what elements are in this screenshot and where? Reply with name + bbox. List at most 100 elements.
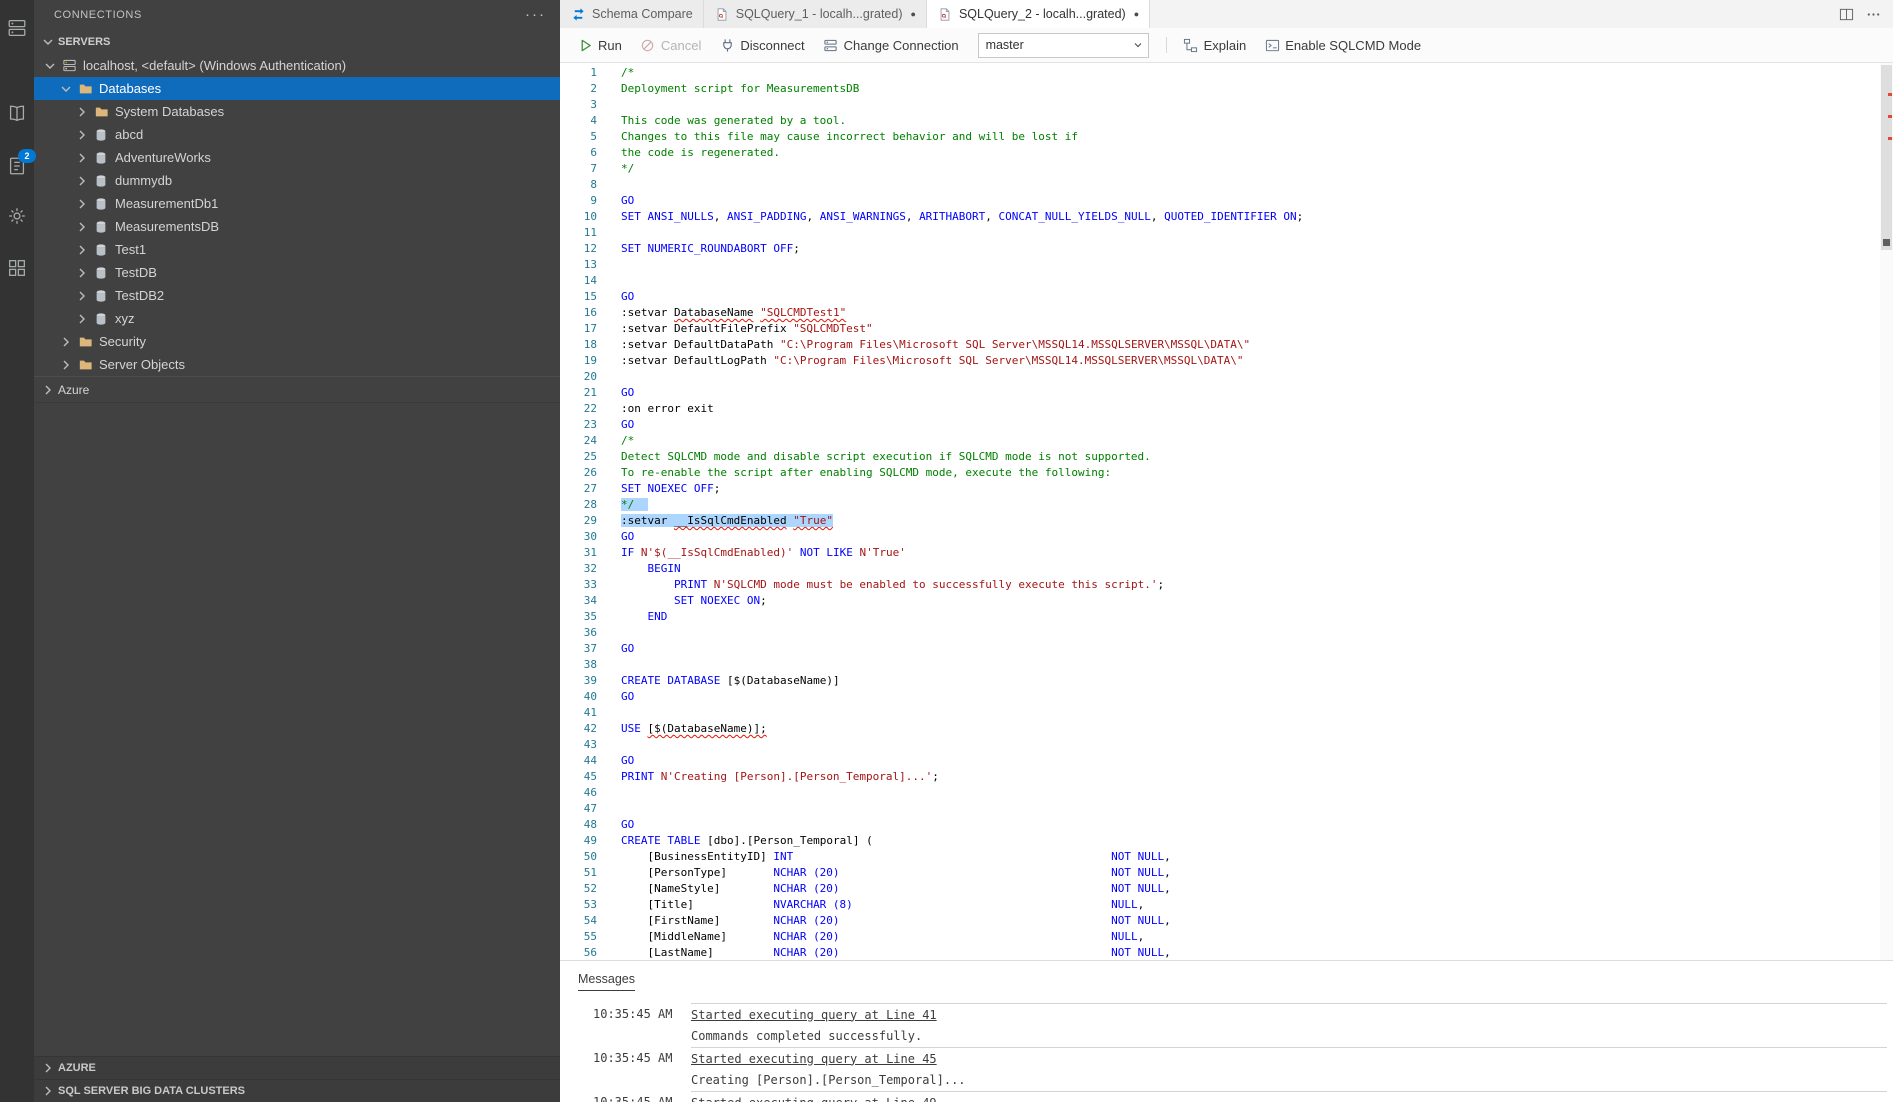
tree-item-databases[interactable]: Databases bbox=[34, 77, 560, 100]
tree-item-xyz[interactable]: xyz bbox=[34, 307, 560, 330]
explain-button[interactable]: Explain bbox=[1174, 32, 1256, 58]
message-link[interactable]: Started executing query at Line 49 bbox=[691, 1096, 937, 1102]
big-data-clusters-panel-header[interactable]: SQL SERVER BIG DATA CLUSTERS bbox=[34, 1079, 560, 1102]
database-dropdown[interactable]: master bbox=[978, 33, 1149, 58]
chevron-right-icon[interactable] bbox=[74, 265, 90, 281]
chevron-right-icon[interactable] bbox=[74, 173, 90, 189]
split-editor-icon[interactable] bbox=[1839, 7, 1854, 22]
editor-line[interactable]: 9GO bbox=[560, 193, 1879, 209]
cancel-button[interactable]: Cancel bbox=[631, 32, 710, 58]
editor-line[interactable]: 16:setvar DatabaseName "SQLCMDTest1" bbox=[560, 305, 1879, 321]
editor-line[interactable]: 39CREATE DATABASE [$(DatabaseName)] bbox=[560, 673, 1879, 689]
editor-line[interactable]: 4This code was generated by a tool. bbox=[560, 113, 1879, 129]
tree-item-testdb[interactable]: TestDB bbox=[34, 261, 560, 284]
chevron-right-icon[interactable] bbox=[74, 150, 90, 166]
chevron-right-icon[interactable] bbox=[58, 357, 74, 373]
editor-line[interactable]: 51 [PersonType] NCHAR (20) NOT NULL, bbox=[560, 865, 1879, 881]
editor-line[interactable]: 25Detect SQLCMD mode and disable script … bbox=[560, 449, 1879, 465]
editor-line[interactable]: 26To re-enable the script after enabling… bbox=[560, 465, 1879, 481]
azure-panel-header[interactable]: AZURE bbox=[34, 1056, 560, 1079]
editor-line[interactable]: 37GO bbox=[560, 641, 1879, 657]
tab-sqlquery-2-localh-grated[interactable]: SQLQuery_2 - localh...grated)● bbox=[927, 0, 1150, 28]
tree-item-test1[interactable]: Test1 bbox=[34, 238, 560, 261]
chevron-down-icon[interactable] bbox=[42, 58, 58, 74]
editor-line[interactable]: 6the code is regenerated. bbox=[560, 145, 1879, 161]
editor-line[interactable]: 55 [MiddleName] NCHAR (20) NULL, bbox=[560, 929, 1879, 945]
editor-line[interactable]: 12SET NUMERIC_ROUNDABORT OFF; bbox=[560, 241, 1879, 257]
tab-messages[interactable]: Messages bbox=[578, 972, 635, 991]
editor-line[interactable]: 21GO bbox=[560, 385, 1879, 401]
change-connection-button[interactable]: Change Connection bbox=[814, 32, 968, 58]
tree-item-testdb2[interactable]: TestDB2 bbox=[34, 284, 560, 307]
enable-sqlcmd-button[interactable]: Enable SQLCMD Mode bbox=[1255, 32, 1430, 58]
tree-item-security[interactable]: Security bbox=[34, 330, 560, 353]
editor-line[interactable]: 27SET NOEXEC OFF; bbox=[560, 481, 1879, 497]
servers-section-header[interactable]: SERVERS bbox=[34, 30, 560, 54]
chevron-right-icon[interactable] bbox=[74, 219, 90, 235]
editor-line[interactable]: 46 bbox=[560, 785, 1879, 801]
chevron-right-icon[interactable] bbox=[74, 288, 90, 304]
more-actions-icon[interactable]: ··· bbox=[525, 10, 546, 20]
tab-sqlquery-1-localh-grated[interactable]: SQLQuery_1 - localh...grated)● bbox=[704, 0, 927, 28]
tree-item-system-databases[interactable]: System Databases bbox=[34, 100, 560, 123]
editor-line[interactable]: 10SET ANSI_NULLS, ANSI_PADDING, ANSI_WAR… bbox=[560, 209, 1879, 225]
editor-line[interactable]: 24/* bbox=[560, 433, 1879, 449]
editor-line[interactable]: 53 [Title] NVARCHAR (8) NULL, bbox=[560, 897, 1879, 913]
chevron-right-icon[interactable] bbox=[58, 334, 74, 350]
editor-line[interactable]: 41 bbox=[560, 705, 1879, 721]
editor-line[interactable]: 1/* bbox=[560, 65, 1879, 81]
chevron-right-icon[interactable] bbox=[74, 242, 90, 258]
editor-line[interactable]: 48GO bbox=[560, 817, 1879, 833]
chevron-down-icon[interactable] bbox=[58, 81, 74, 97]
editor-line[interactable]: 29:setvar __IsSqlCmdEnabled "True" bbox=[560, 513, 1879, 529]
azure-section-header[interactable]: Azure bbox=[34, 376, 560, 403]
editor-line[interactable]: 15GO bbox=[560, 289, 1879, 305]
editor-line[interactable]: 11 bbox=[560, 225, 1879, 241]
editor-line[interactable]: 30GO bbox=[560, 529, 1879, 545]
disconnect-button[interactable]: Disconnect bbox=[710, 32, 813, 58]
editor-line[interactable]: 20 bbox=[560, 369, 1879, 385]
schema-compare-icon[interactable] bbox=[5, 102, 29, 126]
dirty-indicator[interactable]: ● bbox=[1134, 9, 1139, 19]
dirty-indicator[interactable]: ● bbox=[911, 9, 916, 19]
chevron-right-icon[interactable] bbox=[74, 196, 90, 212]
editor-line[interactable]: 40GO bbox=[560, 689, 1879, 705]
editor-line[interactable]: 43 bbox=[560, 737, 1879, 753]
tree-item-abcd[interactable]: abcd bbox=[34, 123, 560, 146]
editor-line[interactable]: 28*/ bbox=[560, 497, 1879, 513]
message-link[interactable]: Started executing query at Line 45 bbox=[691, 1052, 937, 1066]
tab-schema-compare[interactable]: Schema Compare bbox=[560, 0, 704, 28]
editor-line[interactable]: 36 bbox=[560, 625, 1879, 641]
editor-line[interactable]: 45PRINT N'Creating [Person].[Person_Temp… bbox=[560, 769, 1879, 785]
sql-editor[interactable]: 1/*2Deployment script for MeasurementsDB… bbox=[560, 63, 1893, 960]
editor-line[interactable]: 32 BEGIN bbox=[560, 561, 1879, 577]
editor-line[interactable]: 49CREATE TABLE [dbo].[Person_Temporal] ( bbox=[560, 833, 1879, 849]
editor-line[interactable]: 22:on error exit bbox=[560, 401, 1879, 417]
editor-line[interactable]: 52 [NameStyle] NCHAR (20) NOT NULL, bbox=[560, 881, 1879, 897]
editor-line[interactable]: 42USE [$(DatabaseName)]; bbox=[560, 721, 1879, 737]
notebooks-icon[interactable]: 2 bbox=[5, 154, 29, 178]
editor-line[interactable]: 19:setvar DefaultLogPath "C:\Program Fil… bbox=[560, 353, 1879, 369]
editor-line[interactable]: 54 [FirstName] NCHAR (20) NOT NULL, bbox=[560, 913, 1879, 929]
editor-scrollbar[interactable] bbox=[1880, 63, 1893, 960]
editor-line[interactable]: 56 [LastName] NCHAR (20) NOT NULL, bbox=[560, 945, 1879, 960]
message-link[interactable]: Started executing query at Line 41 bbox=[691, 1008, 937, 1022]
editor-line[interactable]: 13 bbox=[560, 257, 1879, 273]
run-button[interactable]: Run bbox=[568, 32, 631, 58]
editor-line[interactable]: 38 bbox=[560, 657, 1879, 673]
tree-item-dummydb[interactable]: dummydb bbox=[34, 169, 560, 192]
tree-item-adventureworks[interactable]: AdventureWorks bbox=[34, 146, 560, 169]
tree-item-localhost-default-windows-authentication[interactable]: localhost, <default> (Windows Authentica… bbox=[34, 54, 560, 77]
settings-gear-icon[interactable] bbox=[5, 204, 29, 228]
chevron-right-icon[interactable] bbox=[74, 311, 90, 327]
connections-icon[interactable] bbox=[5, 16, 29, 40]
editor-line[interactable]: 35 END bbox=[560, 609, 1879, 625]
editor-line[interactable]: 7*/ bbox=[560, 161, 1879, 177]
editor-line[interactable]: 50 [BusinessEntityID] INT NOT NULL, bbox=[560, 849, 1879, 865]
editor-line[interactable]: 8 bbox=[560, 177, 1879, 193]
editor-line[interactable]: 34 SET NOEXEC ON; bbox=[560, 593, 1879, 609]
editor-line[interactable]: 44GO bbox=[560, 753, 1879, 769]
editor-line[interactable]: 2Deployment script for MeasurementsDB bbox=[560, 81, 1879, 97]
editor-line[interactable]: 17:setvar DefaultFilePrefix "SQLCMDTest" bbox=[560, 321, 1879, 337]
editor-line[interactable]: 3 bbox=[560, 97, 1879, 113]
